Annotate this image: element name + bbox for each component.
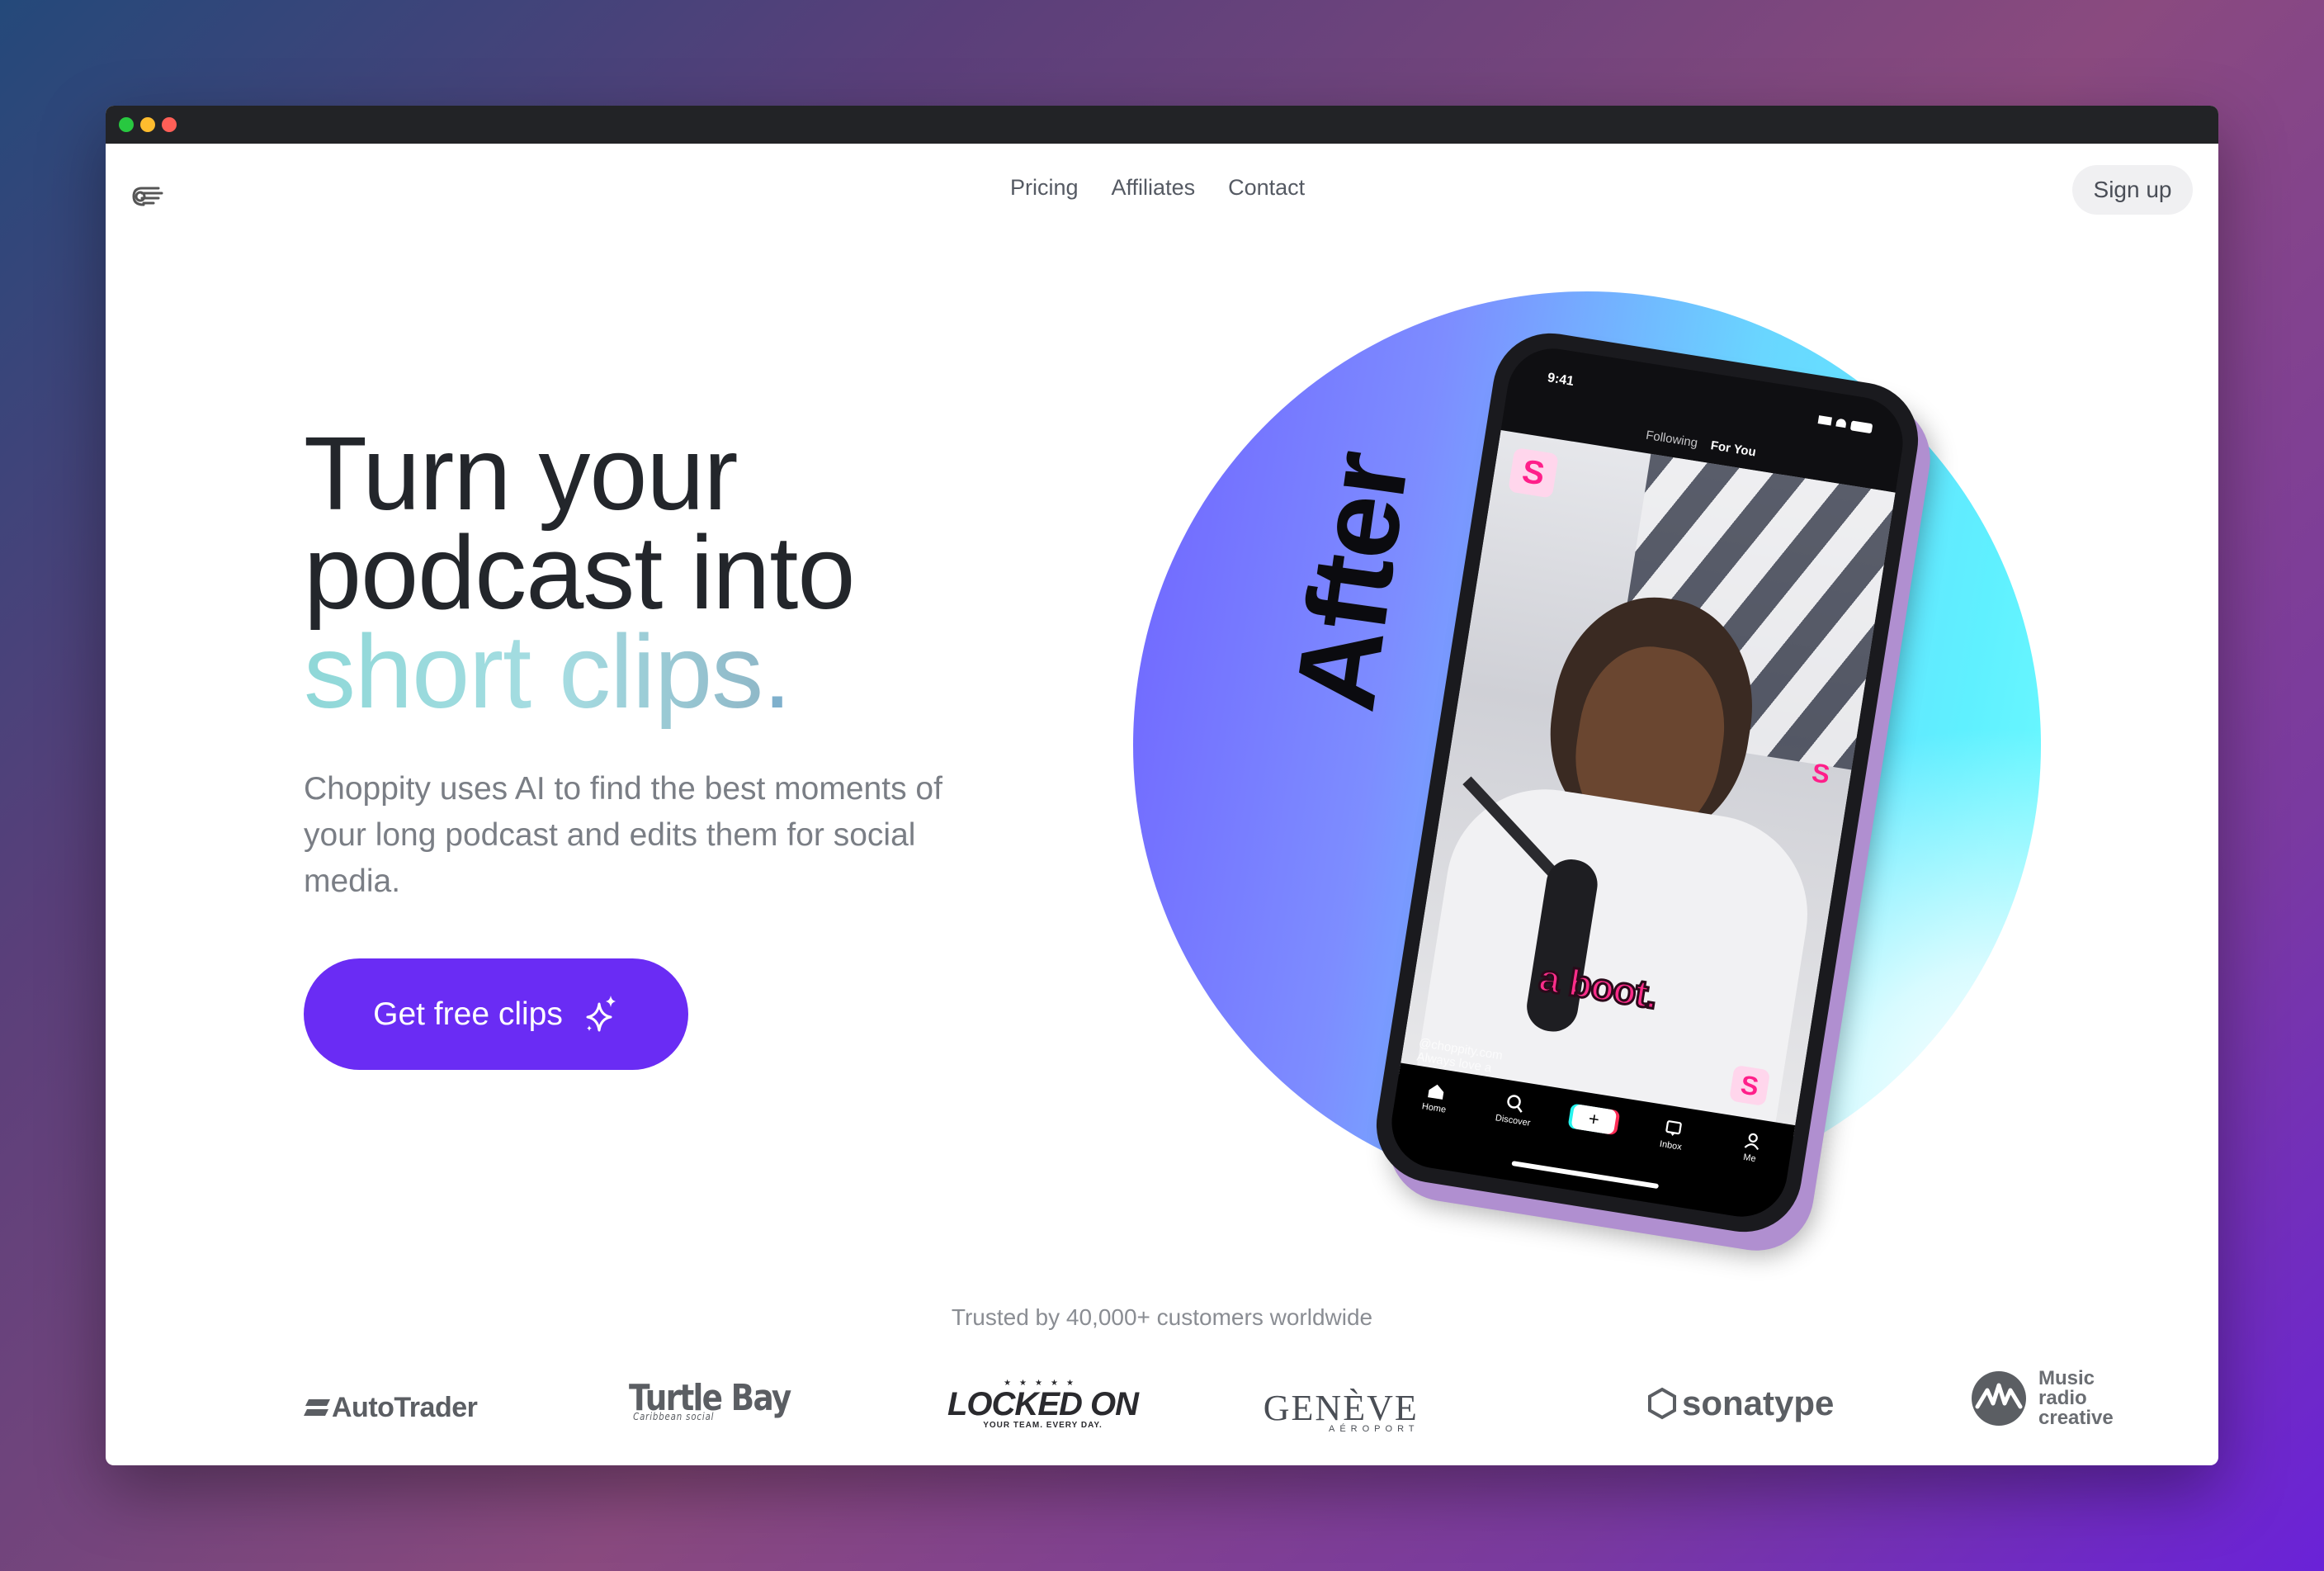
battery-icon [1849,420,1873,434]
turtlebay-subtext: Caribbean social [633,1411,715,1422]
music-radio-creative-wave-icon [1972,1371,2026,1426]
signup-button[interactable]: Sign up [2072,165,2193,215]
tabbar-home[interactable]: Home [1405,1077,1467,1117]
choppity-s-badge-small: S [1810,756,1832,789]
create-plus-button[interactable]: + [1571,1104,1618,1135]
tab-for-you[interactable]: For You [1710,438,1757,459]
signal-icon [1817,415,1832,426]
autotrader-mark-icon [304,1398,330,1416]
status-time: 9:41 [1546,371,1575,389]
main-nav: Pricing Affiliates Contact [1010,175,1305,201]
tabbar-home-label: Home [1421,1101,1447,1115]
search-icon [1507,1095,1523,1113]
hero-title: Turn your podcast into short clips. [304,422,855,724]
lockedon-subtext: YOUR TEAM. EVERY DAY. [983,1421,1103,1430]
tabbar-me-label: Me [1742,1152,1757,1165]
tabbar-create[interactable]: + [1563,1103,1624,1137]
music-text-line2: radio [2038,1387,2087,1409]
tabbar-discover-label: Discover [1495,1113,1532,1129]
music-text-line3: creative [2038,1407,2114,1429]
choppity-s-badge: S [1508,447,1559,499]
nav-link-pricing[interactable]: Pricing [1010,175,1079,201]
status-icons [1817,415,1873,434]
get-free-clips-button[interactable]: Get free clips [304,958,688,1070]
hero-title-accent: short clips [304,613,763,730]
tabbar-me[interactable]: Me [1720,1128,1782,1167]
window-maximize-button[interactable] [119,117,134,132]
home-icon [1428,1084,1444,1100]
cta-label: Get free clips [373,996,563,1032]
lockedon-text: LOCKED ON [947,1386,1139,1422]
browser-window: Pricing Affiliates Contact Sign up Turn … [106,106,2218,1465]
lockedon-logo: ★★★★★ LOCKED ON YOUR TEAM. EVERY DAY. [947,1379,1139,1430]
sparkles-icon [586,995,616,1031]
geneve-logo: GENÈVE AÉROPORT [1263,1387,1419,1434]
turtlebay-logo: Turtle Bay Caribbean social [629,1377,791,1422]
customer-logos: AutoTrader Turtle Bay Caribbean social ★… [304,1369,2144,1451]
nav-link-affiliates[interactable]: Affiliates [1112,175,1196,201]
profile-icon [1744,1133,1759,1150]
sonatype-text: sonatype [1682,1384,1835,1422]
choppity-s-badge-corner: S [1728,1064,1771,1107]
inbox-icon [1665,1120,1682,1136]
trusted-by-text: Trusted by 40,000+ customers worldwide [951,1304,1373,1330]
hero-subtitle: Choppity uses AI to find the best moment… [304,771,942,899]
hero-title-period: . [763,613,791,730]
tabbar-discover[interactable]: Discover [1484,1090,1546,1129]
wifi-icon [1835,418,1847,428]
sonatype-logo: sonatype [1647,1384,1834,1423]
nav-link-contact[interactable]: Contact [1228,175,1305,201]
tabbar-inbox[interactable]: Inbox [1641,1115,1703,1155]
sonatype-hexagon-icon [1648,1387,1676,1420]
window-close-button[interactable] [162,117,177,132]
autotrader-logo: AutoTrader [304,1392,478,1424]
autotrader-text: AutoTrader [332,1392,478,1423]
music-text-line1: Music [2038,1367,2095,1389]
window-minimize-button[interactable] [140,117,155,132]
geneve-text: GENÈVE [1263,1388,1419,1428]
music-radio-creative-logo: Music radio creative [1971,1369,2114,1428]
tab-following[interactable]: Following [1645,428,1698,451]
music-radio-creative-text: Music radio creative [2038,1369,2114,1428]
window-titlebar [106,106,2218,144]
tabbar-inbox-label: Inbox [1659,1138,1683,1152]
choppity-logo-icon[interactable] [130,178,167,211]
geneve-subtext: AÉROPORT [1329,1424,1419,1434]
